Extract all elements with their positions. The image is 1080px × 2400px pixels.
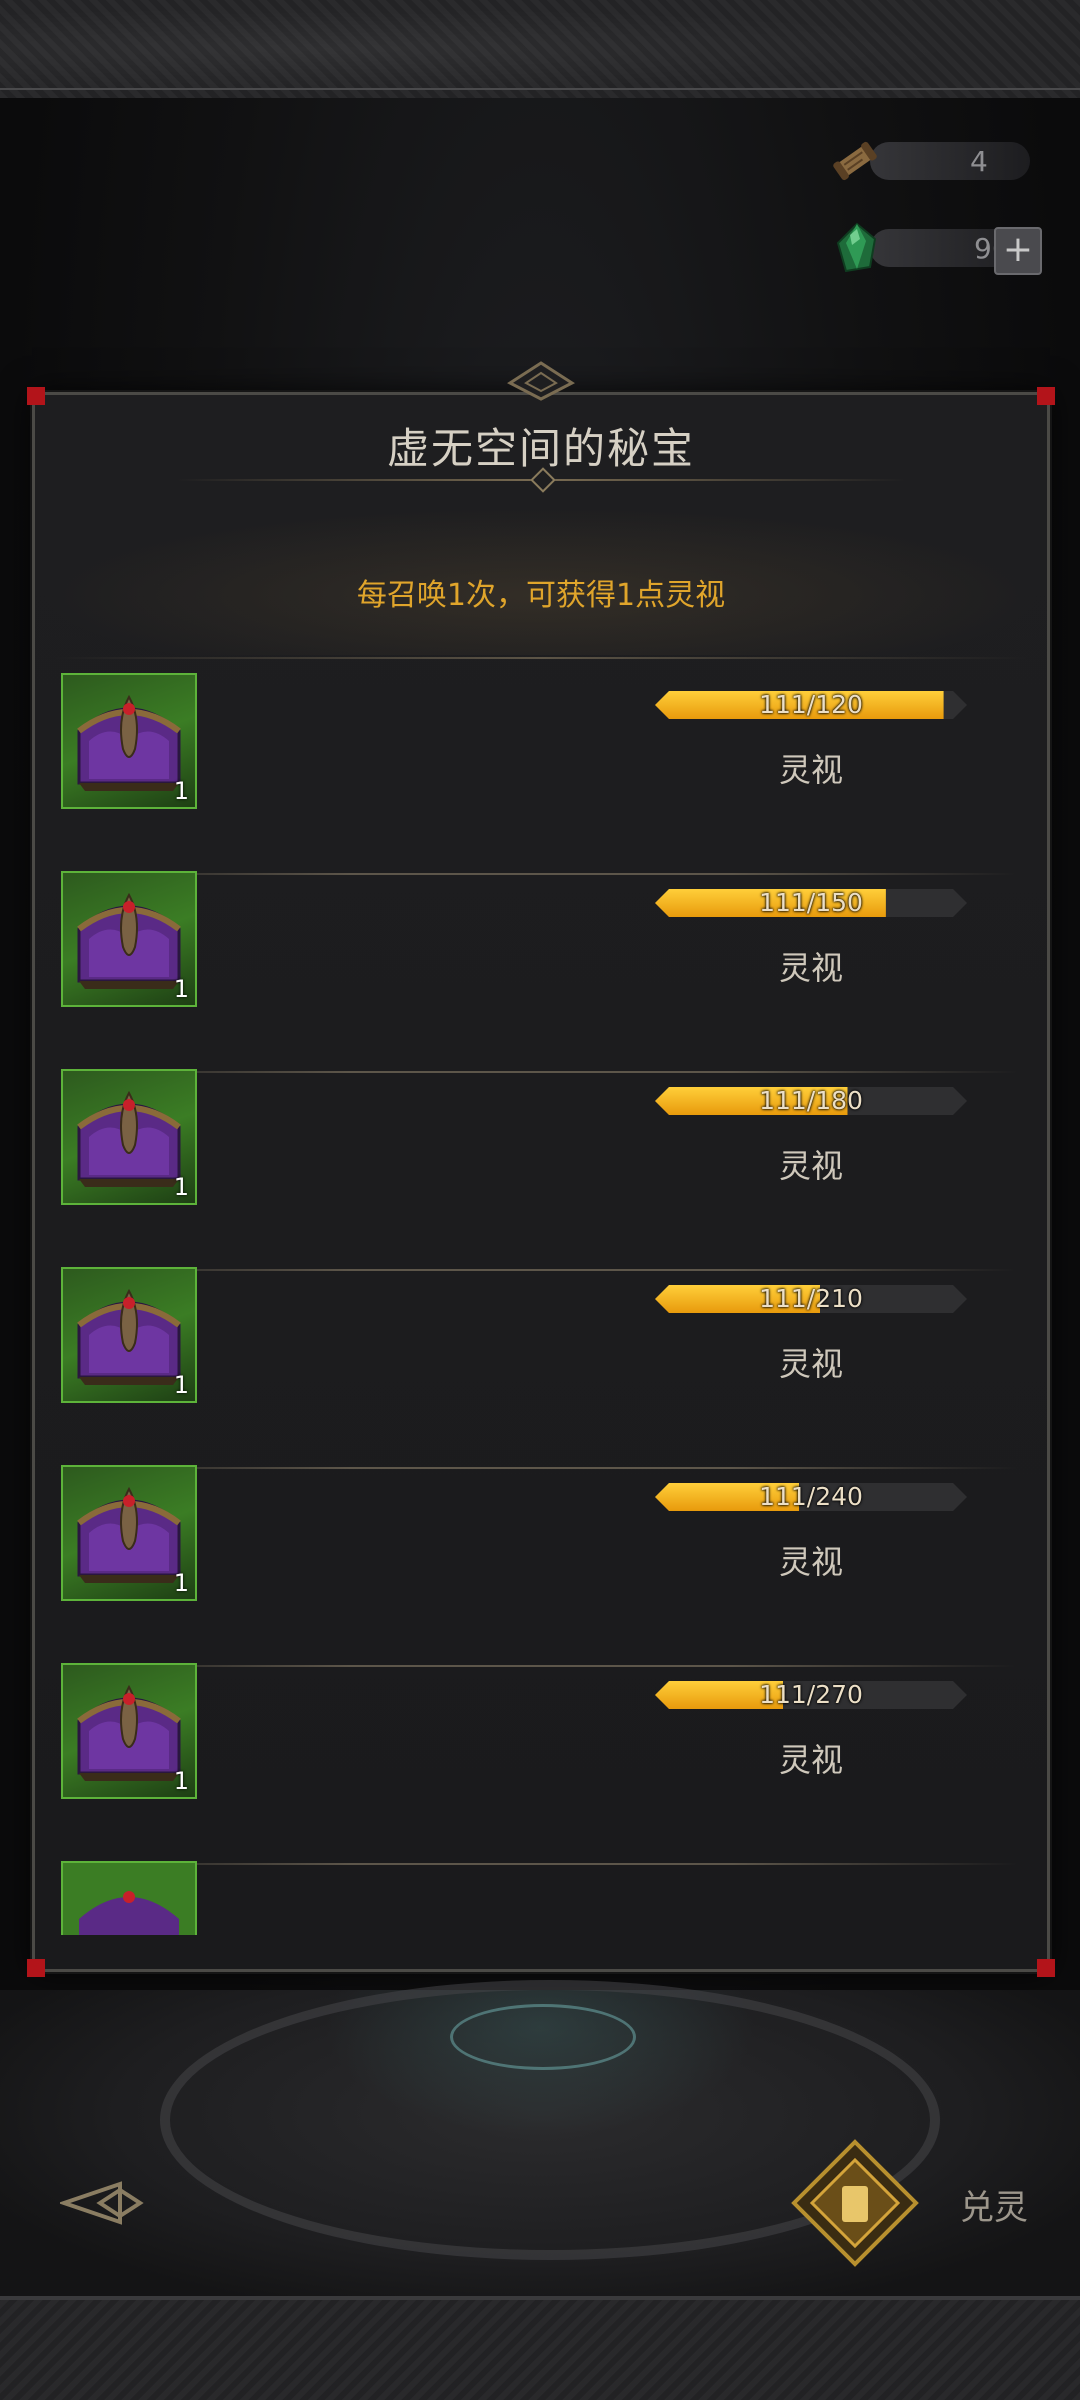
progress-text: 111/150 bbox=[759, 888, 863, 917]
treasure-chest-icon bbox=[77, 1486, 181, 1583]
progress-text: 111/210 bbox=[759, 1284, 863, 1313]
reward-item-slot[interactable]: 1 bbox=[61, 1465, 197, 1601]
progress-text: 111/240 bbox=[759, 1482, 863, 1511]
back-arrow-icon[interactable] bbox=[60, 2178, 160, 2228]
reward-row-partial bbox=[35, 1861, 1047, 1935]
reward-item-slot[interactable] bbox=[61, 1861, 197, 1935]
progress-bar: 111/270 bbox=[655, 1680, 967, 1709]
progress-text: 111/180 bbox=[759, 1086, 863, 1115]
item-count: 1 bbox=[173, 777, 189, 805]
reward-label: 灵视 bbox=[778, 1147, 843, 1185]
exchange-crystal-icon[interactable] bbox=[790, 2138, 920, 2268]
treasure-chest-icon bbox=[77, 1684, 181, 1781]
progress-bar: 111/120 bbox=[655, 690, 967, 719]
reward-label: 灵视 bbox=[778, 1543, 843, 1581]
reward-item-slot[interactable]: 1 bbox=[61, 1267, 197, 1403]
reward-item-slot[interactable]: 1 bbox=[61, 673, 197, 809]
treasure-chest-icon bbox=[79, 1891, 179, 1935]
scroll-icon bbox=[833, 141, 877, 181]
reward-row: 1 111/210 灵视 bbox=[35, 1267, 1047, 1469]
scroll-count: 4 bbox=[970, 144, 988, 178]
reward-row: 1 111/270 灵视 bbox=[35, 1663, 1047, 1865]
corner-ornament bbox=[1037, 1959, 1055, 1977]
gem-currency: 963 + bbox=[830, 222, 1042, 275]
reward-row: 1 111/150 灵视 bbox=[35, 871, 1047, 1073]
corner-ornament bbox=[27, 1959, 45, 1977]
gem-icon bbox=[836, 222, 877, 273]
corner-ornament bbox=[27, 387, 45, 405]
reward-list[interactable]: 1 111/120 灵视 1 111/150 灵视 1 111/180 灵视 1 111/210 灵视… bbox=[35, 665, 1047, 1935]
treasure-panel: 虚无空间的秘宝 每召唤1次，可获得1点灵视 1 111/120 灵视 1 111/150… bbox=[27, 361, 1055, 1977]
summon-info-text: 每召唤1次，可获得1点灵视 bbox=[356, 578, 726, 613]
progress-bar: 111/150 bbox=[655, 888, 967, 917]
treasure-chest-icon bbox=[77, 694, 181, 791]
reward-label: 灵视 bbox=[778, 1345, 843, 1383]
item-count: 1 bbox=[173, 975, 189, 1003]
scroll-currency: 4 bbox=[830, 138, 1030, 184]
item-count: 1 bbox=[173, 1569, 189, 1597]
progress-text: 111/270 bbox=[759, 1680, 863, 1709]
reward-item-slot[interactable]: 1 bbox=[61, 1663, 197, 1799]
treasure-chest-icon bbox=[77, 892, 181, 989]
treasure-chest-icon bbox=[77, 1288, 181, 1385]
bottom-ornate-bar bbox=[0, 2296, 1080, 2400]
item-count: 1 bbox=[173, 1767, 189, 1795]
reward-label: 灵视 bbox=[778, 949, 843, 987]
progress-bar: 111/240 bbox=[655, 1482, 967, 1511]
panel-crest-icon bbox=[507, 361, 575, 401]
add-gem-button[interactable]: + bbox=[994, 227, 1042, 275]
reward-row: 1 111/240 灵视 bbox=[35, 1465, 1047, 1667]
reward-item-slot[interactable]: 1 bbox=[61, 1069, 197, 1205]
reward-label: 灵视 bbox=[778, 751, 843, 789]
progress-bar: 111/210 bbox=[655, 1284, 967, 1313]
item-count: 1 bbox=[173, 1371, 189, 1399]
currency-pill bbox=[870, 142, 1030, 180]
top-ornate-bar bbox=[0, 0, 1080, 102]
reward-row: 1 111/180 灵视 bbox=[35, 1069, 1047, 1271]
treasure-chest-icon bbox=[77, 1090, 181, 1187]
progress-text: 111/120 bbox=[759, 690, 863, 719]
reward-row: 1 111/120 灵视 bbox=[35, 673, 1047, 875]
corner-ornament bbox=[1037, 387, 1055, 405]
stage-glow-ring bbox=[450, 2004, 636, 2070]
info-divider bbox=[55, 657, 1027, 659]
item-count: 1 bbox=[173, 1173, 189, 1201]
reward-label: 灵视 bbox=[778, 1741, 843, 1779]
exchange-label[interactable]: 兑灵 bbox=[960, 2180, 1028, 2229]
progress-bar: 111/180 bbox=[655, 1086, 967, 1115]
reward-item-slot[interactable]: 1 bbox=[61, 871, 197, 1007]
panel-title: 虚无空间的秘宝 bbox=[386, 424, 695, 473]
